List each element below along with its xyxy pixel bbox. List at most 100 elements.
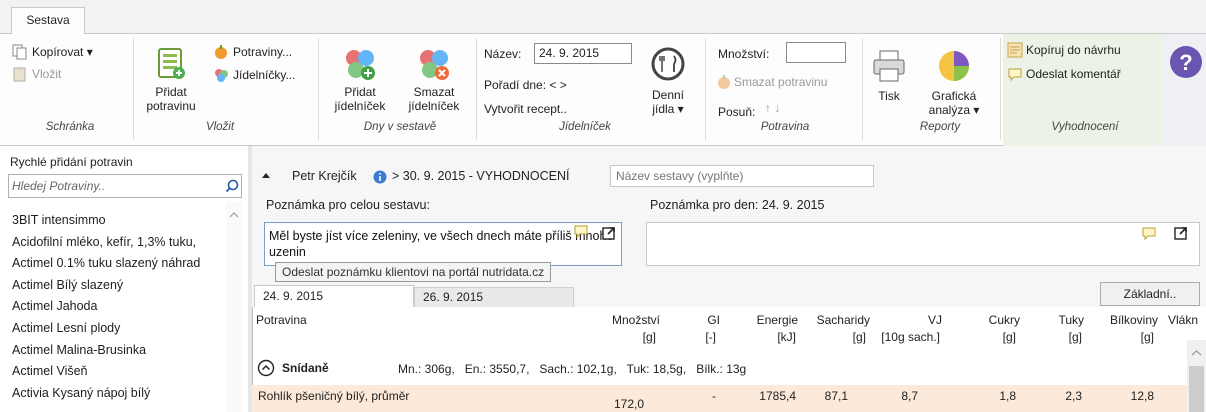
meal-collapse-icon[interactable] bbox=[257, 359, 275, 377]
row-vj: 8,7 bbox=[901, 389, 918, 403]
list-item[interactable]: Actimel Malina-Brusinka bbox=[12, 340, 226, 362]
grid-scroll-thumb[interactable] bbox=[1189, 366, 1204, 412]
row-sugar: 1,8 bbox=[999, 389, 1016, 403]
tab-day-2-label: 26. 9. 2015 bbox=[423, 290, 484, 304]
search-icon[interactable] bbox=[225, 179, 239, 193]
help-icon: ? bbox=[1170, 46, 1202, 78]
create-recipe-button[interactable]: Vytvořit recept.. bbox=[484, 102, 567, 116]
list-item[interactable]: Actimel Bílý slazený bbox=[12, 275, 226, 297]
add-menu-icon bbox=[346, 50, 375, 80]
list-item[interactable]: Actimel 0.1% tuku slazený náhrad bbox=[12, 253, 226, 275]
col-header-gi[interactable]: GI bbox=[690, 313, 720, 327]
tab-day-1[interactable]: 24. 9. 2015 bbox=[254, 285, 414, 307]
col-header-protein[interactable]: Bílkoviny bbox=[1090, 313, 1158, 327]
client-name[interactable]: Petr Krejčík bbox=[292, 169, 357, 183]
delete-menu-button[interactable]: Smazat jídelníček bbox=[398, 42, 470, 122]
graphic-analysis-button[interactable]: Grafická analýza ▾ bbox=[918, 42, 990, 122]
foods-button[interactable]: Potraviny... bbox=[213, 44, 313, 62]
list-item[interactable]: 3BIT intensimmo bbox=[12, 210, 226, 232]
shift-arrows[interactable]: ↑ ↓ bbox=[765, 101, 780, 115]
note-day-textarea[interactable] bbox=[646, 222, 1200, 266]
group-label-dny: Dny v sestavě bbox=[363, 121, 437, 133]
col-header-fiber[interactable]: Vlákn bbox=[1168, 313, 1198, 327]
delete-food-button[interactable]: Smazat potravinu bbox=[716, 74, 856, 92]
svg-text:?: ? bbox=[1179, 50, 1192, 75]
group-label-vlozit: Vložit bbox=[205, 121, 235, 133]
daily-meals-label-2: jídla ▾ bbox=[652, 102, 684, 116]
list-item[interactable]: Activia Kysaný nápoj bílý bbox=[12, 383, 226, 405]
send-comment-button[interactable]: Odeslat komentář bbox=[1007, 66, 1157, 84]
col-header-vj[interactable]: VJ bbox=[870, 313, 942, 327]
pie-chart-icon bbox=[939, 51, 969, 81]
menu-name-input[interactable]: 24. 9. 2015 bbox=[534, 43, 632, 64]
col-header-energy[interactable]: Energie bbox=[740, 313, 798, 327]
expand-note-icon[interactable] bbox=[602, 226, 616, 240]
menus-button[interactable]: Jídelníčky... bbox=[213, 67, 313, 85]
add-food-button[interactable]: Přidat potravinu bbox=[138, 42, 204, 122]
note-day-label: Poznámka pro den: 24. 9. 2015 bbox=[650, 198, 825, 212]
food-list-scrollbar[interactable] bbox=[226, 202, 242, 412]
list-item[interactable]: Actimel Jahoda bbox=[12, 296, 226, 318]
delete-menu-label-2: jídelníček bbox=[408, 99, 460, 113]
tab-sestava[interactable]: Sestava bbox=[11, 7, 85, 35]
copy-button[interactable]: Kopírovat ▾ bbox=[12, 44, 120, 62]
copy-icon bbox=[12, 44, 27, 60]
grid-scroll-up-icon[interactable] bbox=[1187, 346, 1206, 360]
food-search-placeholder: Hledej Potraviny.. bbox=[12, 179, 106, 193]
send-day-note-icon[interactable] bbox=[1141, 225, 1157, 241]
graphic-analysis-label-1: Grafická bbox=[931, 89, 977, 103]
basic-view-label: Základní.. bbox=[1123, 287, 1177, 301]
copy-to-plan-button[interactable]: Kopíruj do návrhu bbox=[1007, 42, 1157, 60]
col-header-amount[interactable]: Množství bbox=[580, 313, 660, 327]
paste-label: Vložit bbox=[32, 67, 62, 81]
daily-meals-button[interactable]: Denní jídla ▾ bbox=[638, 42, 698, 122]
note-all-text: Měl byste jíst více zeleniny, ve všech d… bbox=[269, 229, 614, 259]
print-button[interactable]: Tisk bbox=[868, 42, 910, 122]
col-header-fat-unit: [g] bbox=[1068, 330, 1082, 344]
comment-icon bbox=[1008, 68, 1022, 82]
quick-add-title: Rychlé přidání potravin bbox=[10, 155, 133, 169]
copy-plan-icon bbox=[1007, 42, 1023, 58]
grid-scrollbar[interactable] bbox=[1187, 340, 1206, 412]
collapse-icon[interactable] bbox=[261, 171, 271, 179]
send-note-icon[interactable] bbox=[573, 223, 589, 239]
day-order-control[interactable]: Pořadí dne: < > bbox=[484, 78, 567, 92]
scroll-up-icon[interactable] bbox=[226, 208, 242, 222]
add-food-icon bbox=[158, 48, 185, 79]
col-header-food[interactable]: Potravina bbox=[256, 313, 307, 327]
add-menu-button[interactable]: Přidat jídelníček bbox=[324, 42, 396, 122]
expand-day-note-icon[interactable] bbox=[1174, 226, 1188, 240]
basic-view-button[interactable]: Základní.. bbox=[1100, 282, 1200, 306]
note-all-textarea[interactable]: Měl byste jíst více zeleniny, ve všech d… bbox=[264, 222, 622, 266]
list-item[interactable]: Actimel Lesní plody bbox=[12, 318, 226, 340]
ribbon-tabstrip bbox=[0, 0, 1206, 34]
note-all-label: Poznámka pro celou sestavu: bbox=[266, 198, 430, 212]
add-menu-label-2: jídelníček bbox=[334, 99, 386, 113]
row-energy: 1785,4 bbox=[759, 389, 796, 403]
send-comment-label: Odeslat komentář bbox=[1026, 67, 1121, 81]
amount-input[interactable] bbox=[786, 42, 846, 63]
menus-label: Jídelníčky... bbox=[233, 68, 296, 82]
tab-day-1-label: 24. 9. 2015 bbox=[263, 289, 324, 303]
group-label-jidelnicek: Jídelníček bbox=[559, 121, 611, 133]
row-gi: - bbox=[712, 389, 716, 403]
list-item[interactable]: Acidofilní mléko, kefír, 1,3% tuku, bbox=[12, 232, 226, 254]
foods-label: Potraviny... bbox=[233, 45, 293, 59]
group-separator bbox=[862, 38, 863, 140]
add-food-label-2: potravinu bbox=[146, 99, 196, 113]
col-header-fat[interactable]: Tuky bbox=[1030, 313, 1084, 327]
paste-button[interactable]: Vložit bbox=[12, 66, 92, 84]
amount-label: Množství: bbox=[718, 47, 770, 61]
report-name-placeholder: Název sestavy (vyplňte) bbox=[616, 169, 744, 183]
help-button[interactable]: ? bbox=[1168, 44, 1204, 80]
col-header-protein-unit: [g] bbox=[1140, 330, 1154, 344]
list-item[interactable]: Actimel Višeň bbox=[12, 361, 226, 383]
col-header-carbs[interactable]: Sacharidy bbox=[800, 313, 870, 327]
tab-day-2[interactable]: 26. 9. 2015 bbox=[414, 287, 574, 307]
breadcrumb: > 30. 9. 2015 - VYHODNOCENÍ bbox=[392, 169, 570, 183]
info-icon[interactable] bbox=[373, 170, 387, 184]
delete-food-label: Smazat potravinu bbox=[734, 75, 828, 89]
group-separator bbox=[476, 38, 477, 140]
add-food-label-1: Přidat bbox=[155, 85, 187, 99]
col-header-sugar[interactable]: Cukry bbox=[960, 313, 1020, 327]
